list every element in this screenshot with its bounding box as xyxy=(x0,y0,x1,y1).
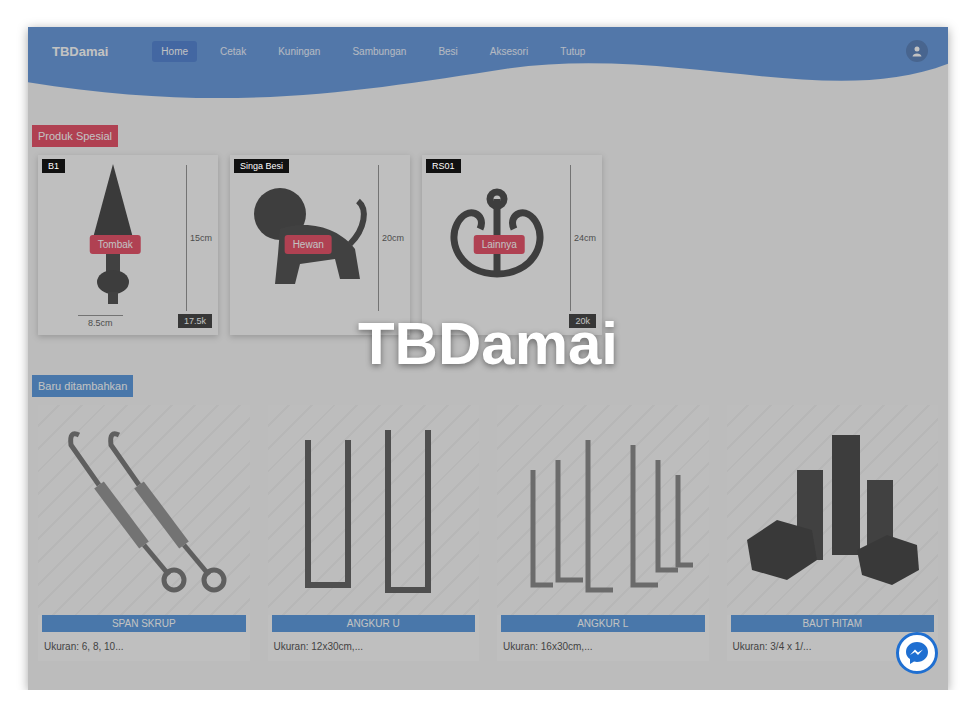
product-tag: B1 xyxy=(42,159,65,173)
overlay-title: TBDamai xyxy=(28,309,948,378)
product-tag: Singa Besi xyxy=(234,159,289,173)
messenger-icon[interactable] xyxy=(896,632,938,674)
page-frame: TBDamaiHomeCetakKuninganSambunganBesiAks… xyxy=(28,27,948,690)
product-tag: RS01 xyxy=(426,159,461,173)
